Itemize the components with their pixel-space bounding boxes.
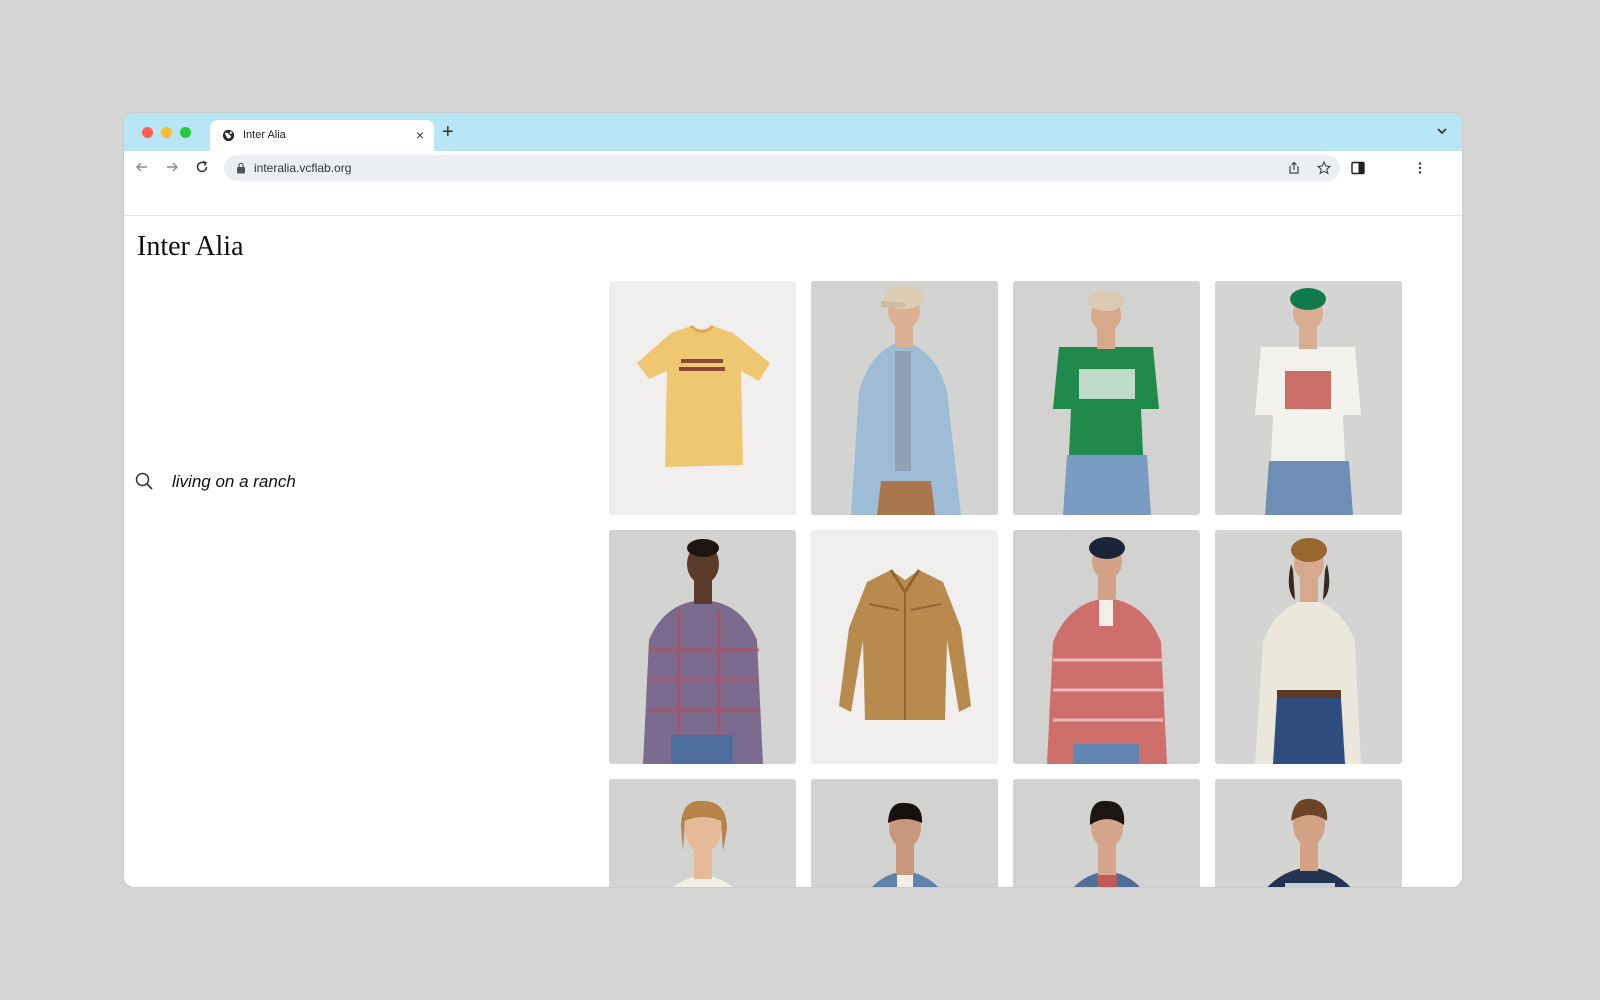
bookmark-star-icon[interactable] <box>1316 160 1332 176</box>
tan-suede-shirt-image <box>811 530 998 764</box>
model-green-tshirt-image <box>1013 281 1200 515</box>
yellow-tshirt-image <box>609 281 796 515</box>
product-card[interactable] <box>1013 779 1200 887</box>
lock-icon[interactable] <box>236 162 246 174</box>
browser-toolbar: interalia.vcflab.org <box>124 151 1462 185</box>
product-card[interactable] <box>1215 281 1402 515</box>
model-denim-jacket-red-shirt-image <box>1013 779 1200 887</box>
model-cream-western-shirt-image <box>1215 530 1402 764</box>
minimize-window-button[interactable] <box>161 127 172 138</box>
product-card[interactable] <box>1215 530 1402 764</box>
search-query[interactable]: living on a ranch <box>172 472 296 492</box>
product-card[interactable] <box>1013 530 1200 764</box>
maximize-window-button[interactable] <box>180 127 191 138</box>
model-white-graphic-tee-image <box>1215 281 1402 515</box>
product-card[interactable] <box>811 281 998 515</box>
model-denim-jacket-image <box>811 779 998 887</box>
search-icon[interactable] <box>134 471 154 491</box>
model-red-gingham-shirt-image <box>1013 530 1200 764</box>
more-menu-icon[interactable] <box>1412 160 1428 176</box>
address-bar[interactable]: interalia.vcflab.org <box>224 155 1340 181</box>
product-card[interactable] <box>811 530 998 764</box>
side-panel-icon[interactable] <box>1350 160 1366 176</box>
product-card[interactable] <box>1013 281 1200 515</box>
tab-title: Inter Alia <box>243 129 286 141</box>
reload-icon[interactable] <box>194 159 210 175</box>
globe-icon <box>222 129 235 142</box>
close-window-button[interactable] <box>142 127 153 138</box>
product-card[interactable] <box>811 779 998 887</box>
new-tab-icon[interactable]: + <box>442 121 454 143</box>
model-navy-polo-tee-image <box>1215 779 1402 887</box>
share-icon[interactable] <box>1286 160 1302 176</box>
product-grid <box>609 281 1402 887</box>
close-tab-icon[interactable]: × <box>416 127 424 143</box>
page-divider <box>124 215 1462 216</box>
model-plaid-shirt-image <box>609 530 796 764</box>
tab-inter-alia[interactable]: Inter Alia × <box>210 120 434 151</box>
tab-strip: Inter Alia × + <box>124 113 1462 151</box>
browser-window: Inter Alia × + interalia.vcflab.org Inte… <box>124 113 1462 887</box>
back-arrow-icon[interactable] <box>134 159 150 175</box>
url-text[interactable]: interalia.vcflab.org <box>254 161 351 175</box>
forward-arrow-icon[interactable] <box>164 159 180 175</box>
model-blue-oxford-image <box>811 281 998 515</box>
product-card[interactable] <box>609 779 796 887</box>
model-cable-knit-sweater-image <box>609 779 796 887</box>
product-card[interactable] <box>609 281 796 515</box>
site-title[interactable]: Inter Alia <box>137 231 244 263</box>
chevron-down-icon[interactable] <box>1436 125 1448 137</box>
product-card[interactable] <box>609 530 796 764</box>
product-card[interactable] <box>1215 779 1402 887</box>
